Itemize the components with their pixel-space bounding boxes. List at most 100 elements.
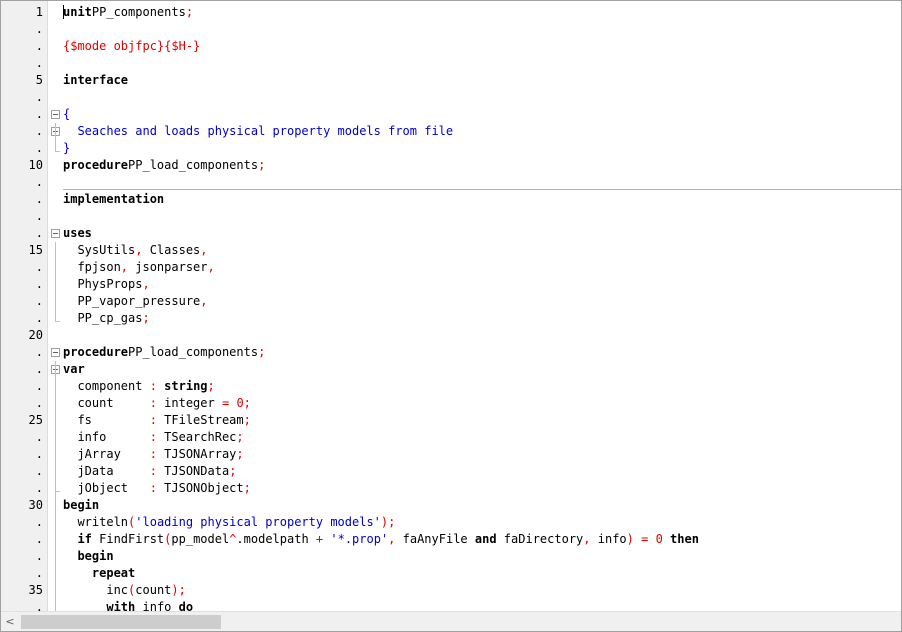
code-text: procedurePP_load_components; (63, 157, 265, 174)
code-token: '*.prop' (330, 532, 389, 546)
code-line[interactable]: . begin (1, 548, 901, 565)
code-line[interactable]: . component : string; (1, 378, 901, 395)
code-token: inc (63, 583, 129, 597)
code-token: TFileStream (156, 413, 244, 427)
code-text: begin (63, 548, 113, 565)
code-line[interactable]: . jArray : TJSONArray; (1, 446, 901, 463)
code-line[interactable]: . Seaches and loads physical property mo… (1, 123, 901, 140)
horizontal-scrollbar[interactable]: < (1, 611, 901, 631)
code-token: interface (63, 73, 129, 87)
code-text: jData : TJSONData; (63, 463, 236, 480)
line-number: . (35, 39, 43, 53)
code-token: TJSONObject (156, 481, 244, 495)
code-token: uses (63, 226, 92, 240)
chevron-left-icon[interactable]: < (3, 615, 17, 629)
fold-guide-line (55, 242, 56, 321)
code-text: inc(count); (63, 582, 186, 599)
code-line[interactable]: 25 fs : TFileStream; (1, 412, 901, 429)
collapse-box-icon[interactable] (51, 110, 60, 119)
code-line[interactable]: . info : TSearchRec; (1, 429, 901, 446)
code-token: , (120, 260, 129, 274)
code-token: ; (207, 379, 215, 393)
code-line[interactable]: 10 procedurePP_load_components; (1, 157, 901, 174)
code-token: fs (63, 413, 150, 427)
code-area[interactable]: 1 unitPP_components;.. {$mode objfpc}{$H-}… (1, 4, 901, 627)
code-token: , (142, 277, 150, 291)
code-line[interactable]: 30 begin (1, 497, 901, 514)
code-line[interactable]: . (1, 208, 901, 225)
line-number: . (35, 430, 43, 444)
code-line[interactable]: . procedurePP_load_components; (1, 344, 901, 361)
code-line[interactable]: . PhysProps, (1, 276, 901, 293)
code-token: PhysProps (63, 277, 143, 291)
code-line[interactable]: .{ (1, 106, 901, 123)
code-line[interactable]: . var (1, 361, 901, 378)
code-line[interactable]: . jData : TJSONData; (1, 463, 901, 480)
line-number: 35 (28, 583, 43, 597)
code-token: faDirectory (496, 532, 584, 546)
code-line[interactable]: 20 (1, 327, 901, 344)
code-line[interactable]: . jObject : TJSONObject; (1, 480, 901, 497)
code-text: repeat (63, 565, 135, 582)
code-token: ; (258, 158, 266, 172)
code-text: implementation (63, 191, 164, 208)
code-line[interactable]: 35 inc(count); (1, 582, 901, 599)
fold-guide-line (55, 123, 56, 151)
line-number: . (35, 294, 43, 308)
code-line[interactable]: . writeln('loading physical property mod… (1, 514, 901, 531)
scrollbar-thumb[interactable] (21, 615, 221, 629)
line-number: 25 (28, 413, 43, 427)
collapse-box-icon[interactable] (51, 348, 60, 357)
code-text: jArray : TJSONArray; (63, 446, 243, 463)
code-token: fpjson (63, 260, 121, 274)
code-line[interactable]: . repeat (1, 565, 901, 582)
code-line[interactable]: . fpjson, jsonparser, (1, 259, 901, 276)
line-number: . (35, 22, 43, 36)
code-token: var (63, 362, 85, 376)
code-line[interactable]: . PP_vapor_pressure, (1, 293, 901, 310)
code-token: info (590, 532, 627, 546)
line-number: . (35, 481, 43, 495)
line-number: . (35, 515, 43, 529)
line-number: . (35, 396, 43, 410)
code-text: writeln('loading physical property model… (63, 514, 395, 531)
code-token: jsonparser (128, 260, 208, 274)
line-number: . (35, 464, 43, 478)
line-number: 30 (28, 498, 43, 512)
code-token: 'loading physical property models' (135, 515, 381, 529)
code-line[interactable]: . {$mode objfpc}{$H-} (1, 38, 901, 55)
code-token: ; (185, 5, 194, 19)
code-token: ) (171, 583, 179, 597)
code-text: fs : TFileStream; (63, 412, 251, 429)
code-line[interactable]: 5 interface (1, 72, 901, 89)
code-token: count (135, 583, 172, 597)
line-number: . (35, 192, 43, 206)
code-line[interactable]: . (1, 55, 901, 72)
code-line[interactable]: . PP_cp_gas; (1, 310, 901, 327)
line-number: 15 (28, 243, 43, 257)
code-line[interactable]: 1 unitPP_components; (1, 4, 901, 21)
code-line[interactable]: . (1, 89, 901, 106)
line-number: . (35, 566, 43, 580)
code-line[interactable]: . implementation (1, 191, 901, 208)
line-number: . (35, 277, 43, 291)
code-line[interactable]: .} (1, 140, 901, 157)
section-separator (63, 189, 901, 190)
code-editor[interactable]: 1 unitPP_components;.. {$mode objfpc}{$H-}… (0, 0, 902, 632)
code-token: Seaches and loads physical property mode… (63, 124, 454, 138)
code-token: PP_load_components (128, 158, 259, 172)
code-token: } (63, 141, 71, 155)
code-token: : (149, 413, 157, 427)
code-line[interactable]: . (1, 21, 901, 38)
code-token: and (474, 532, 497, 546)
code-token: Classes (142, 243, 201, 257)
code-line[interactable]: . if FindFirst(pp_model^.modelpath + '*.… (1, 531, 901, 548)
line-number: 20 (28, 328, 43, 342)
code-token: ; (243, 413, 251, 427)
code-line[interactable]: . uses (1, 225, 901, 242)
code-line[interactable]: 15 SysUtils, Classes, (1, 242, 901, 259)
collapse-box-icon[interactable] (51, 229, 60, 238)
code-line[interactable]: . count : integer = 0; (1, 395, 901, 412)
